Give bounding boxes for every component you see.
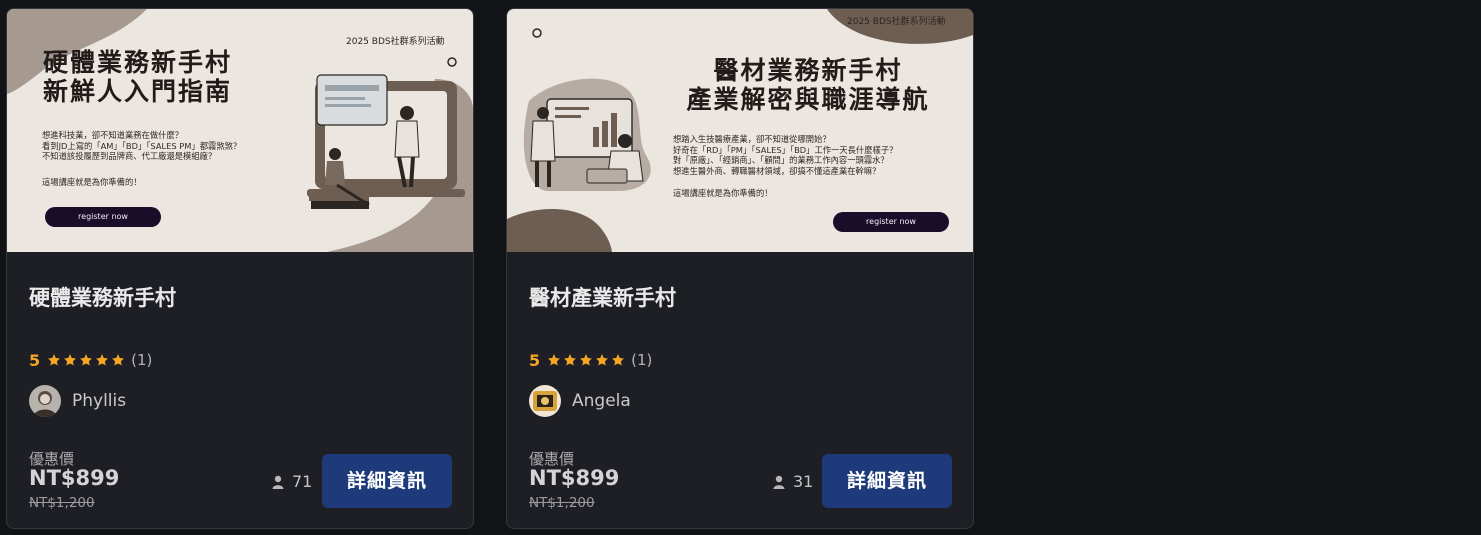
star-icon bbox=[112, 354, 125, 366]
star-icon bbox=[564, 354, 577, 366]
card-body: 硬體業務新手村 5 (1) Phyllis 優惠價 NT$899 NT$1,20… bbox=[7, 252, 473, 528]
banner-tag: 2025 BDS社群系列活動 bbox=[847, 17, 946, 27]
star-icon bbox=[580, 354, 593, 366]
enrolled-number: 71 bbox=[292, 472, 313, 491]
person-icon bbox=[272, 475, 284, 489]
register-now-button[interactable]: register now bbox=[45, 207, 161, 227]
banner-title: 硬體業務新手村 新鮮人入門指南 bbox=[43, 48, 232, 106]
register-now-button[interactable]: register now bbox=[833, 212, 949, 232]
rating-count: (1) bbox=[631, 351, 653, 369]
original-price: NT$1,200 bbox=[29, 495, 95, 511]
banner-title-line: 新鮮人入門指南 bbox=[43, 77, 233, 106]
avatar-image bbox=[29, 385, 61, 417]
banner-description: 想進科技業，卻不知道業務在做什麼？ 看到JD上寫的「AM」「BD」「SALES … bbox=[42, 130, 241, 162]
course-title[interactable]: 硬體業務新手村 bbox=[29, 282, 176, 312]
author[interactable]: Phyllis bbox=[29, 385, 126, 417]
banner-prompt: 這場講座就是為你準備的！ bbox=[673, 188, 773, 198]
course-card[interactable]: 2025 BDS社群系列活動 醫材業務新手村 產業解密與職涯導航 想踏入生技醫療… bbox=[506, 8, 974, 529]
original-price: NT$1,200 bbox=[529, 495, 595, 511]
banner-desc-line: 想進生醫外商、轉職醫材領域，卻搞不懂這產業在幹嘛？ bbox=[673, 165, 881, 176]
rating: 5 (1) bbox=[529, 350, 652, 370]
banner-desc-line: 不知道該投履歷到品牌商、代工廠還是模組廠？ bbox=[42, 151, 217, 161]
avatar[interactable] bbox=[29, 385, 61, 417]
rating-count: (1) bbox=[131, 351, 153, 369]
banner-desc-line: 好奇在「RD」「PM」「SALES」「BD」工作一天長什麼樣子？ bbox=[673, 144, 898, 155]
person-icon bbox=[773, 475, 785, 489]
course-title[interactable]: 醫材產業新手村 bbox=[529, 282, 676, 312]
course-banner[interactable]: 2025 BDS社群系列活動 醫材業務新手村 產業解密與職涯導航 想踏入生技醫療… bbox=[507, 9, 973, 252]
banner-desc-line: 想進科技業，卻不知道業務在做什麼？ bbox=[42, 130, 184, 140]
star-icon bbox=[64, 354, 77, 366]
banner-desc-line: 看到JD上寫的「AM」「BD」「SALES PM」都霧煞煞？ bbox=[42, 140, 242, 151]
price: NT$899 bbox=[529, 466, 620, 490]
star-icon bbox=[96, 354, 109, 366]
banner-prompt: 這場講座就是為你準備的！ bbox=[42, 177, 142, 187]
star-icon bbox=[596, 354, 609, 366]
avatar-image bbox=[529, 385, 561, 417]
price: NT$899 bbox=[29, 466, 120, 490]
author-name: Phyllis bbox=[72, 391, 127, 411]
avatar[interactable] bbox=[529, 385, 561, 417]
banner-title-line: 醫材業務新手村 bbox=[713, 56, 903, 85]
banner-description: 想踏入生技醫療產業，卻不知道從哪開始？ 好奇在「RD」「PM」「SALES」「B… bbox=[673, 134, 897, 176]
enrolled-number: 31 bbox=[793, 472, 814, 491]
enrolled-count: 71 bbox=[272, 472, 312, 491]
banner-desc-line: 想踏入生技醫療產業，卻不知道從哪開始？ bbox=[673, 134, 831, 144]
rating-stars bbox=[47, 353, 125, 367]
rating-score: 5 bbox=[529, 350, 541, 370]
course-card[interactable]: 2025 BDS社群系列活動 硬體業務新手村 新鮮人入門指南 想進科技業，卻不知… bbox=[6, 8, 474, 529]
rating-stars bbox=[547, 353, 625, 367]
banner-title-line: 產業解密與職涯導航 bbox=[686, 85, 930, 114]
banner-title: 醫材業務新手村 產業解密與職涯導航 bbox=[661, 56, 955, 114]
star-icon bbox=[548, 354, 561, 366]
star-icon bbox=[80, 354, 93, 366]
author[interactable]: Angela bbox=[529, 385, 631, 417]
author-name: Angela bbox=[572, 391, 631, 411]
card-body: 醫材產業新手村 5 (1) Angela 優惠價 NT$899 NT$1,200… bbox=[507, 252, 973, 528]
banner-title-line: 硬體業務新手村 bbox=[43, 48, 233, 77]
course-banner[interactable]: 2025 BDS社群系列活動 硬體業務新手村 新鮮人入門指南 想進科技業，卻不知… bbox=[7, 9, 473, 252]
details-button[interactable]: 詳細資訊 bbox=[822, 454, 952, 508]
star-icon bbox=[48, 354, 61, 366]
enrolled-count: 31 bbox=[773, 472, 813, 491]
rating-score: 5 bbox=[29, 350, 41, 370]
rating: 5 (1) bbox=[29, 350, 152, 370]
star-icon bbox=[612, 354, 625, 366]
details-button[interactable]: 詳細資訊 bbox=[322, 454, 452, 508]
banner-tag: 2025 BDS社群系列活動 bbox=[346, 37, 445, 47]
banner-desc-line: 對「原廠」、「經銷商」、「顧問」的業務工作內容一頭霧水？ bbox=[673, 155, 889, 165]
